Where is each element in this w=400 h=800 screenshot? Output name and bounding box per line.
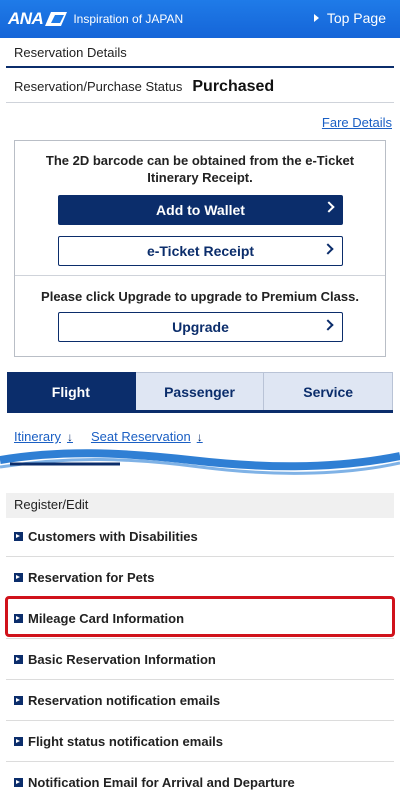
status-value: Purchased bbox=[192, 78, 275, 95]
seat-reservation-link-label: Seat Reservation bbox=[90, 429, 191, 444]
ticket-box: The 2D barcode can be obtained from the … bbox=[14, 140, 386, 357]
top-page-link[interactable]: Top Page bbox=[313, 10, 386, 26]
add-to-wallet-label: Add to Wallet bbox=[156, 202, 245, 218]
bullet-arrow-icon bbox=[14, 777, 23, 787]
wave-divider bbox=[0, 449, 400, 486]
tab-bar: Flight Passenger Service bbox=[7, 372, 394, 413]
add-to-wallet-button[interactable]: Add to Wallet bbox=[58, 195, 343, 225]
chevron-right-icon bbox=[322, 243, 334, 255]
bullet-arrow-icon bbox=[14, 531, 23, 541]
tagline: Inspiration of JAPAN bbox=[73, 12, 184, 26]
arrow-right-icon bbox=[313, 14, 319, 22]
barcode-note-line1: The 2D barcode can be obtained from the … bbox=[45, 153, 355, 168]
list-item-customers-with-disabilities[interactable]: Customers with Disabilities bbox=[6, 516, 394, 557]
list-item-label: Flight status notification emails bbox=[28, 733, 224, 749]
tab-flight[interactable]: Flight bbox=[7, 372, 136, 410]
list-item-flight-status-notification-emails[interactable]: Flight status notification emails bbox=[6, 721, 394, 762]
register-edit-header: Register/Edit bbox=[6, 493, 394, 518]
list-item-label: Notification Email for Arrival and Depar… bbox=[28, 774, 295, 790]
status-label: Reservation/Purchase Status bbox=[14, 79, 183, 94]
bullet-arrow-icon bbox=[14, 736, 23, 746]
ana-logo[interactable]: ANA Inspiration of JAPAN bbox=[8, 9, 183, 29]
list-item-reservation-notification-emails[interactable]: Reservation notification emails bbox=[6, 680, 394, 721]
tab-passenger[interactable]: Passenger bbox=[135, 372, 265, 410]
box-divider bbox=[15, 275, 385, 276]
bullet-arrow-icon bbox=[14, 572, 23, 582]
chevron-right-icon bbox=[322, 319, 334, 331]
list-item-label: Reservation for Pets bbox=[28, 569, 155, 585]
register-list: Customers with Disabilities Reservation … bbox=[6, 516, 394, 800]
upgrade-label: Upgrade bbox=[172, 319, 229, 335]
chevron-right-icon bbox=[323, 201, 335, 213]
list-item-notification-email-arrival-departure[interactable]: Notification Email for Arrival and Depar… bbox=[6, 762, 394, 800]
fare-details-link[interactable]: Fare Details bbox=[322, 115, 392, 130]
seat-reservation-link[interactable]: Seat Reservation ↓ bbox=[91, 429, 203, 444]
itinerary-link-label: Itinerary bbox=[14, 429, 61, 444]
logo-text: ANA bbox=[8, 9, 44, 28]
sub-links: Itinerary ↓ Seat Reservation ↓ bbox=[14, 429, 221, 444]
bullet-arrow-icon bbox=[14, 654, 23, 664]
arrow-down-icon: ↓ bbox=[196, 429, 203, 444]
top-page-label: Top Page bbox=[326, 10, 386, 26]
upgrade-button[interactable]: Upgrade bbox=[58, 312, 343, 342]
list-item-label: Customers with Disabilities bbox=[28, 528, 198, 544]
top-bar: ANA Inspiration of JAPAN Top Page bbox=[0, 0, 400, 38]
highlight-frame bbox=[5, 596, 395, 637]
list-item-reservation-for-pets[interactable]: Reservation for Pets bbox=[6, 557, 394, 598]
e-ticket-receipt-label: e-Ticket Receipt bbox=[146, 243, 255, 259]
list-item-label: Basic Reservation Information bbox=[28, 651, 216, 667]
barcode-note-line2: Itinerary Receipt. bbox=[147, 170, 253, 185]
e-ticket-receipt-button[interactable]: e-Ticket Receipt bbox=[58, 236, 343, 266]
status-row: Reservation/Purchase Status Purchased bbox=[14, 78, 274, 96]
tab-service[interactable]: Service bbox=[264, 372, 394, 410]
bullet-arrow-icon bbox=[14, 695, 23, 705]
itinerary-link[interactable]: Itinerary ↓ bbox=[14, 429, 73, 444]
arrow-down-icon: ↓ bbox=[66, 429, 73, 444]
logo-mark-icon bbox=[45, 12, 68, 26]
page-title: Reservation Details bbox=[6, 38, 394, 68]
divider bbox=[6, 102, 394, 103]
upgrade-note: Please click Upgrade to upgrade to Premi… bbox=[41, 289, 359, 304]
list-item-label: Reservation notification emails bbox=[28, 692, 221, 708]
list-item-basic-reservation-information[interactable]: Basic Reservation Information bbox=[6, 639, 394, 680]
